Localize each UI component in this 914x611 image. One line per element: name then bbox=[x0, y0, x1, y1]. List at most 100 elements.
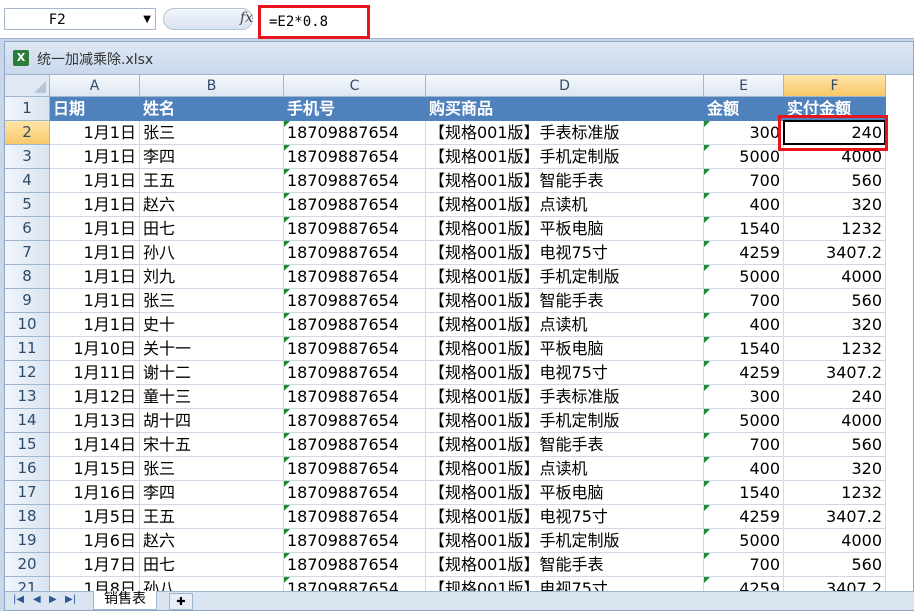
cell-d18[interactable]: 【规格001版】电视75寸 bbox=[426, 505, 704, 529]
row-header-20[interactable]: 20 bbox=[5, 553, 50, 577]
cell-e2[interactable]: 300 bbox=[704, 121, 784, 145]
cell-c13[interactable]: 18709887654 bbox=[284, 385, 426, 409]
cell-f14[interactable]: 4000 bbox=[784, 409, 886, 433]
cell-c18[interactable]: 18709887654 bbox=[284, 505, 426, 529]
cell-d13[interactable]: 【规格001版】手表标准版 bbox=[426, 385, 704, 409]
cell-f3[interactable]: 4000 bbox=[784, 145, 886, 169]
select-all-corner[interactable] bbox=[5, 75, 50, 97]
cell-b1[interactable]: 姓名 bbox=[140, 97, 284, 121]
cell-e16[interactable]: 400 bbox=[704, 457, 784, 481]
cell-d15[interactable]: 【规格001版】智能手表 bbox=[426, 433, 704, 457]
cell-b5[interactable]: 赵六 bbox=[140, 193, 284, 217]
cell-c5[interactable]: 18709887654 bbox=[284, 193, 426, 217]
cell-c17[interactable]: 18709887654 bbox=[284, 481, 426, 505]
cell-e7[interactable]: 4259 bbox=[704, 241, 784, 265]
row-header-6[interactable]: 6 bbox=[5, 217, 50, 241]
cell-a17[interactable]: 1月16日 bbox=[50, 481, 140, 505]
cell-d4[interactable]: 【规格001版】智能手表 bbox=[426, 169, 704, 193]
cell-e19[interactable]: 5000 bbox=[704, 529, 784, 553]
cell-b7[interactable]: 孙八 bbox=[140, 241, 284, 265]
cell-e12[interactable]: 4259 bbox=[704, 361, 784, 385]
row-header-2[interactable]: 2 bbox=[5, 121, 50, 145]
cell-f6[interactable]: 1232 bbox=[784, 217, 886, 241]
cell-f4[interactable]: 560 bbox=[784, 169, 886, 193]
row-header-10[interactable]: 10 bbox=[5, 313, 50, 337]
cell-d20[interactable]: 【规格001版】智能手表 bbox=[426, 553, 704, 577]
cell-e15[interactable]: 700 bbox=[704, 433, 784, 457]
column-header-a[interactable]: A bbox=[50, 75, 140, 97]
first-sheet-icon[interactable]: |◀ bbox=[13, 594, 24, 605]
cell-a9[interactable]: 1月1日 bbox=[50, 289, 140, 313]
cell-c10[interactable]: 18709887654 bbox=[284, 313, 426, 337]
cell-a1[interactable]: 日期 bbox=[50, 97, 140, 121]
cell-c14[interactable]: 18709887654 bbox=[284, 409, 426, 433]
cell-f2[interactable]: 240 bbox=[784, 121, 886, 145]
cell-b20[interactable]: 田七 bbox=[140, 553, 284, 577]
cell-a11[interactable]: 1月10日 bbox=[50, 337, 140, 361]
cell-f12[interactable]: 3407.2 bbox=[784, 361, 886, 385]
cell-f18[interactable]: 3407.2 bbox=[784, 505, 886, 529]
cell-a3[interactable]: 1月1日 bbox=[50, 145, 140, 169]
insert-sheet-icon[interactable]: ✚ bbox=[169, 593, 193, 610]
row-header-18[interactable]: 18 bbox=[5, 505, 50, 529]
cell-a14[interactable]: 1月13日 bbox=[50, 409, 140, 433]
cell-d2[interactable]: 【规格001版】手表标准版 bbox=[426, 121, 704, 145]
cell-e17[interactable]: 1540 bbox=[704, 481, 784, 505]
row-header-11[interactable]: 11 bbox=[5, 337, 50, 361]
row-header-3[interactable]: 3 bbox=[5, 145, 50, 169]
cell-d16[interactable]: 【规格001版】点读机 bbox=[426, 457, 704, 481]
cell-e3[interactable]: 5000 bbox=[704, 145, 784, 169]
cell-c8[interactable]: 18709887654 bbox=[284, 265, 426, 289]
prev-sheet-icon[interactable]: ◀ bbox=[33, 594, 41, 605]
cell-b15[interactable]: 宋十五 bbox=[140, 433, 284, 457]
cell-a7[interactable]: 1月1日 bbox=[50, 241, 140, 265]
cell-f9[interactable]: 560 bbox=[784, 289, 886, 313]
cell-c11[interactable]: 18709887654 bbox=[284, 337, 426, 361]
cell-d9[interactable]: 【规格001版】智能手表 bbox=[426, 289, 704, 313]
cell-f15[interactable]: 560 bbox=[784, 433, 886, 457]
cell-d19[interactable]: 【规格001版】手机定制版 bbox=[426, 529, 704, 553]
cell-f13[interactable]: 240 bbox=[784, 385, 886, 409]
formula-input[interactable]: =E2*0.8 bbox=[258, 5, 370, 39]
cell-c9[interactable]: 18709887654 bbox=[284, 289, 426, 313]
cell-a13[interactable]: 1月12日 bbox=[50, 385, 140, 409]
cell-a15[interactable]: 1月14日 bbox=[50, 433, 140, 457]
cell-b9[interactable]: 张三 bbox=[140, 289, 284, 313]
cell-a5[interactable]: 1月1日 bbox=[50, 193, 140, 217]
cell-c15[interactable]: 18709887654 bbox=[284, 433, 426, 457]
cell-a2[interactable]: 1月1日 bbox=[50, 121, 140, 145]
row-header-15[interactable]: 15 bbox=[5, 433, 50, 457]
cell-b17[interactable]: 李四 bbox=[140, 481, 284, 505]
column-header-e[interactable]: E bbox=[704, 75, 784, 97]
cell-c1[interactable]: 手机号 bbox=[284, 97, 426, 121]
cell-f11[interactable]: 1232 bbox=[784, 337, 886, 361]
cell-f20[interactable]: 560 bbox=[784, 553, 886, 577]
cell-f7[interactable]: 3407.2 bbox=[784, 241, 886, 265]
cell-c4[interactable]: 18709887654 bbox=[284, 169, 426, 193]
cell-d11[interactable]: 【规格001版】平板电脑 bbox=[426, 337, 704, 361]
chevron-down-icon[interactable]: ▼ bbox=[143, 9, 151, 31]
cell-d3[interactable]: 【规格001版】手机定制版 bbox=[426, 145, 704, 169]
cell-e11[interactable]: 1540 bbox=[704, 337, 784, 361]
cell-b13[interactable]: 童十三 bbox=[140, 385, 284, 409]
cell-b18[interactable]: 王五 bbox=[140, 505, 284, 529]
row-header-8[interactable]: 8 bbox=[5, 265, 50, 289]
cell-e6[interactable]: 1540 bbox=[704, 217, 784, 241]
cell-e18[interactable]: 4259 bbox=[704, 505, 784, 529]
cell-b6[interactable]: 田七 bbox=[140, 217, 284, 241]
cell-e1[interactable]: 金额 bbox=[704, 97, 784, 121]
cell-e14[interactable]: 5000 bbox=[704, 409, 784, 433]
cell-c16[interactable]: 18709887654 bbox=[284, 457, 426, 481]
cell-f17[interactable]: 1232 bbox=[784, 481, 886, 505]
cell-f8[interactable]: 4000 bbox=[784, 265, 886, 289]
insert-function-icon[interactable]: fx bbox=[240, 10, 253, 26]
cell-c20[interactable]: 18709887654 bbox=[284, 553, 426, 577]
cell-d14[interactable]: 【规格001版】手机定制版 bbox=[426, 409, 704, 433]
column-header-f[interactable]: F bbox=[784, 75, 886, 97]
cell-b14[interactable]: 胡十四 bbox=[140, 409, 284, 433]
cell-c3[interactable]: 18709887654 bbox=[284, 145, 426, 169]
cell-d12[interactable]: 【规格001版】电视75寸 bbox=[426, 361, 704, 385]
cell-b12[interactable]: 谢十二 bbox=[140, 361, 284, 385]
sheet-tab-sales[interactable]: 销售表 bbox=[93, 591, 157, 610]
cell-e13[interactable]: 300 bbox=[704, 385, 784, 409]
